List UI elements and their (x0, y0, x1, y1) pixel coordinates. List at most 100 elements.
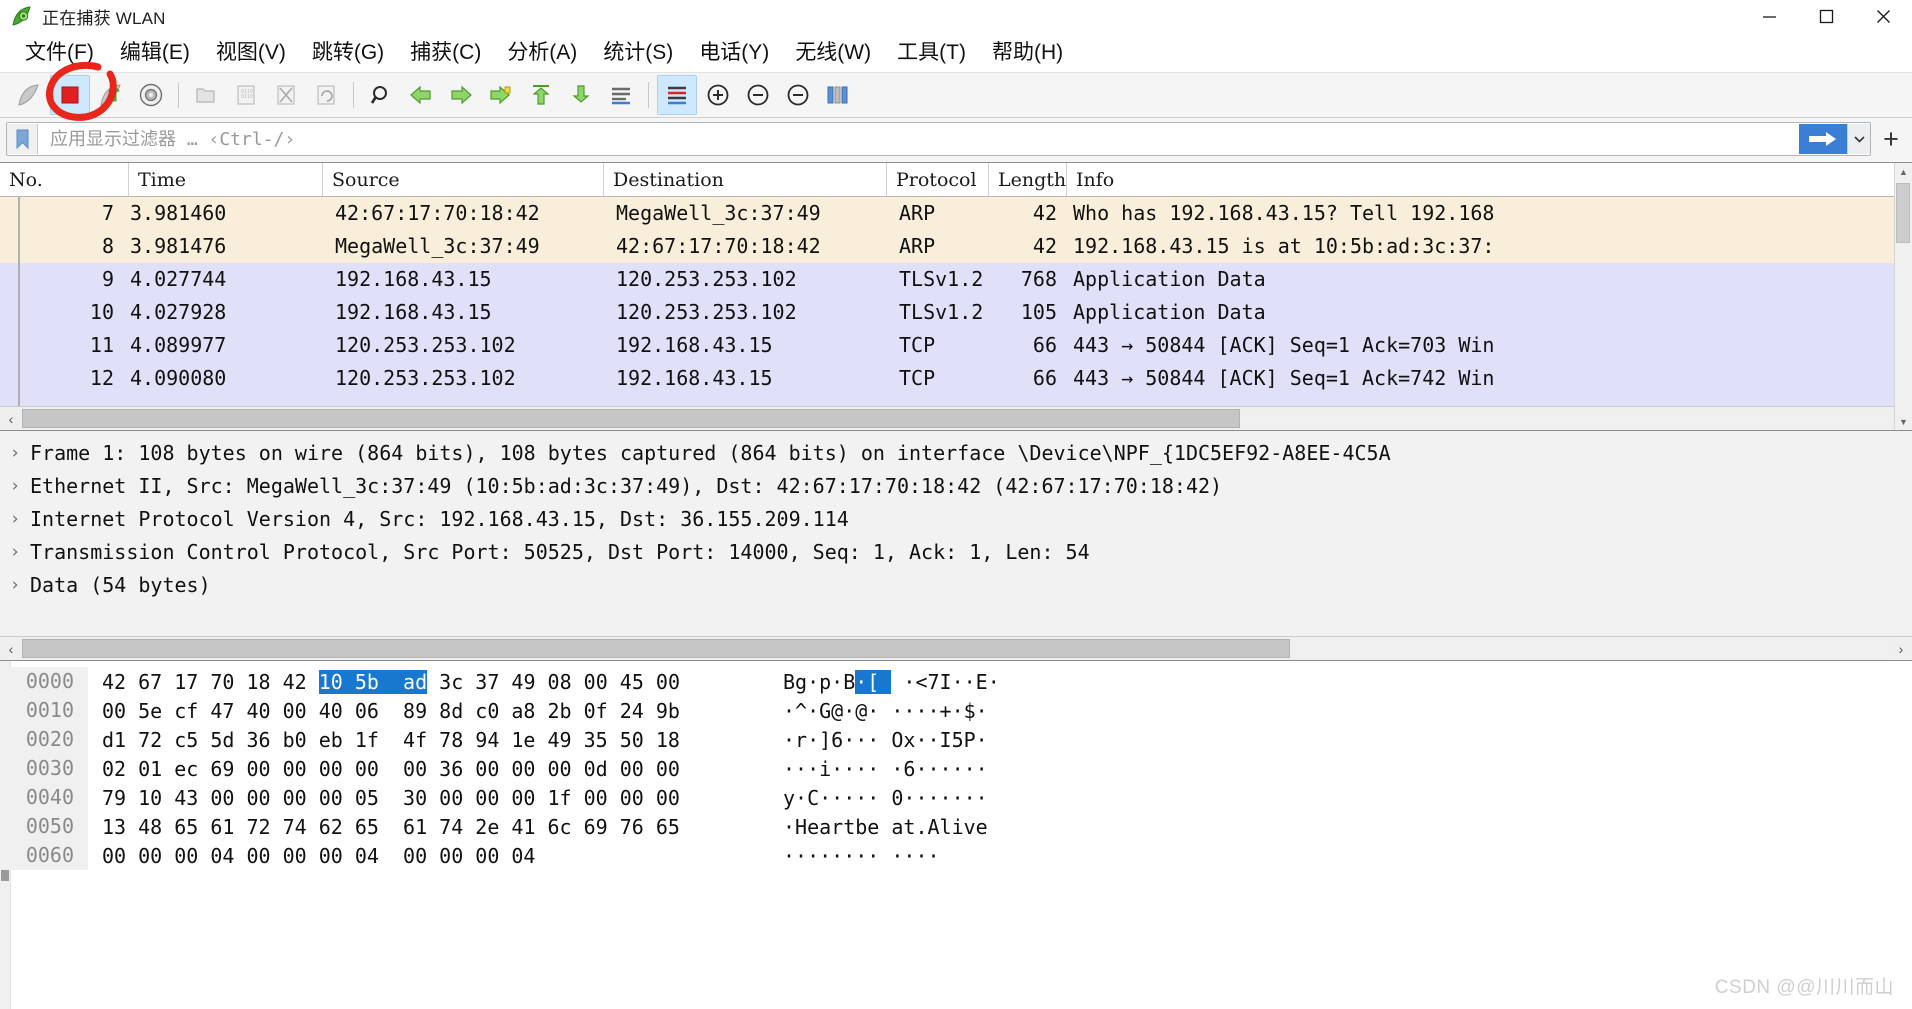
display-filter-input[interactable] (38, 123, 1799, 155)
table-row[interactable]: 7 3.981460 42:67:17:70:18:42 MegaWell_3c… (0, 197, 1912, 230)
start-capture-button[interactable] (10, 76, 48, 114)
apply-filter-button[interactable] (1799, 124, 1847, 154)
chevron-right-icon[interactable]: › (0, 443, 30, 463)
ascii-bytes: Bg·p·B·[ ·<7I··E· (783, 669, 1000, 694)
capture-options-button[interactable] (132, 76, 170, 114)
column-destination[interactable]: Destination (604, 163, 887, 196)
ascii-bytes: ·r·]6··· Ox··I5P· (783, 727, 988, 752)
packet-detail-tree: › Frame 1: 108 bytes on wire (864 bits),… (0, 431, 1912, 636)
packet-list-vertical-scrollbar[interactable]: ▲ ▼ (1894, 163, 1912, 430)
column-time[interactable]: Time (129, 163, 323, 196)
packet-detail-horizontal-scrollbar[interactable]: ‹ › (0, 636, 1912, 660)
menu-edit[interactable]: 编辑(E) (107, 34, 203, 72)
minimize-icon[interactable] (1741, 0, 1798, 33)
scroll-right-icon[interactable]: › (1890, 638, 1912, 660)
hex-offset: 0050 (0, 812, 88, 841)
go-forward-button[interactable] (442, 76, 480, 114)
chevron-down-icon[interactable] (1847, 124, 1870, 154)
menu-statistics[interactable]: 统计(S) (590, 34, 686, 72)
cell-length: 768 (1020, 267, 1057, 291)
restart-capture-button[interactable] (92, 76, 130, 114)
stop-capture-button[interactable] (50, 75, 90, 115)
svg-text:0110: 0110 (241, 94, 253, 100)
reload-button[interactable] (307, 76, 345, 114)
menu-file[interactable]: 文件(F) (12, 34, 107, 72)
column-length[interactable]: Length (989, 163, 1067, 196)
scrollbar-thumb[interactable] (22, 639, 1290, 658)
table-row[interactable]: 9 4.027744 192.168.43.15 120.253.253.102… (0, 263, 1912, 296)
table-row-partial[interactable] (0, 395, 1912, 406)
menu-go[interactable]: 跳转(G) (299, 34, 397, 72)
hex-row[interactable]: 0050 13 48 65 61 72 74 62 65 61 74 2e 41… (0, 812, 1912, 841)
go-to-first-button[interactable] (522, 76, 560, 114)
chevron-right-icon[interactable]: › (0, 575, 30, 595)
hex-row[interactable]: 0010 00 5e cf 47 40 00 40 06 89 8d c0 a8… (0, 696, 1912, 725)
hex-offset: 0040 (0, 783, 88, 812)
maximize-icon[interactable] (1798, 0, 1855, 33)
hex-row[interactable]: 0040 79 10 43 00 00 00 00 05 30 00 00 00… (0, 783, 1912, 812)
hex-row[interactable]: 0060 00 00 00 04 00 00 00 04 00 00 00 04… (0, 841, 1912, 870)
go-back-button[interactable] (402, 76, 440, 114)
detail-row-tcp[interactable]: › Transmission Control Protocol, Src Por… (0, 535, 1912, 568)
menu-analyze[interactable]: 分析(A) (494, 34, 590, 72)
column-info[interactable]: Info (1067, 163, 1912, 196)
menu-view[interactable]: 视图(V) (203, 34, 299, 72)
cell-destination: 42:67:17:70:18:42 (616, 234, 821, 258)
chevron-right-icon[interactable]: › (0, 509, 30, 529)
scroll-left-icon[interactable]: ‹ (0, 408, 22, 430)
hex-row[interactable]: 0000 42 67 17 70 18 42 10 5b ad 3c 37 49… (0, 667, 1912, 696)
open-file-button[interactable] (187, 76, 225, 114)
display-filter-box[interactable] (6, 122, 1871, 156)
cell-info: 443 → 50844 [ACK] Seq=1 Ack=742 Win (1073, 366, 1495, 390)
menu-tools[interactable]: 工具(T) (884, 34, 979, 72)
zoom-in-button[interactable] (699, 76, 737, 114)
close-file-button[interactable] (267, 76, 305, 114)
column-no[interactable]: No. (0, 163, 129, 196)
go-to-last-button[interactable] (562, 76, 600, 114)
menu-help[interactable]: 帮助(H) (979, 34, 1076, 72)
menu-telephony[interactable]: 电话(Y) (686, 34, 782, 72)
hex-selected: 10 5b ad (318, 669, 428, 694)
scrollbar-track[interactable] (22, 409, 1890, 428)
table-row[interactable]: 8 3.981476 MegaWell_3c:37:49 42:67:17:70… (0, 230, 1912, 263)
auto-scroll-button[interactable] (602, 76, 640, 114)
save-button[interactable]: 0110 0110 (227, 76, 265, 114)
table-row[interactable]: 12 4.090080 120.253.253.102 192.168.43.1… (0, 362, 1912, 395)
chevron-right-icon[interactable]: › (0, 542, 30, 562)
bookmark-icon[interactable] (7, 124, 38, 154)
cell-source: 42:67:17:70:18:42 (335, 201, 540, 225)
zoom-out-button[interactable] (739, 76, 777, 114)
resize-columns-button[interactable] (819, 76, 857, 114)
packet-list-horizontal-scrollbar[interactable]: ‹ › (0, 406, 1912, 430)
zoom-reset-button[interactable] (779, 76, 817, 114)
menu-wireless[interactable]: 无线(W) (782, 34, 884, 72)
scroll-up-icon[interactable]: ▲ (1895, 163, 1912, 180)
menu-capture[interactable]: 捕获(C) (397, 34, 494, 72)
detail-row-ipv4[interactable]: › Internet Protocol Version 4, Src: 192.… (0, 502, 1912, 535)
scrollbar-thumb[interactable] (22, 409, 1240, 428)
close-icon[interactable] (1855, 0, 1912, 33)
detail-row-ethernet[interactable]: › Ethernet II, Src: MegaWell_3c:37:49 (1… (0, 469, 1912, 502)
hex-row[interactable]: 0030 02 01 ec 69 00 00 00 00 00 36 00 00… (0, 754, 1912, 783)
cell-protocol: TLSv1.2 (899, 300, 984, 324)
hex-row[interactable]: 0020 d1 72 c5 5d 36 b0 eb 1f 4f 78 94 1e… (0, 725, 1912, 754)
window-controls (1741, 0, 1912, 33)
column-source[interactable]: Source (323, 163, 604, 196)
cell-time: 4.090080 (130, 366, 227, 390)
find-packet-button[interactable] (362, 76, 400, 114)
table-row[interactable]: 11 4.089977 120.253.253.102 192.168.43.1… (0, 329, 1912, 362)
colorize-packets-button[interactable] (657, 75, 697, 115)
packet-list-rows: 7 3.981460 42:67:17:70:18:42 MegaWell_3c… (0, 197, 1912, 406)
detail-row-frame[interactable]: › Frame 1: 108 bytes on wire (864 bits),… (0, 436, 1912, 469)
go-to-packet-button[interactable] (482, 76, 520, 114)
bytes-rows: 0000 42 67 17 70 18 42 10 5b ad 3c 37 49… (0, 661, 1912, 870)
plus-icon[interactable]: + (1876, 123, 1906, 155)
column-protocol[interactable]: Protocol (887, 163, 989, 196)
scroll-left-icon[interactable]: ‹ (0, 638, 22, 660)
scrollbar-thumb[interactable] (1896, 183, 1910, 243)
scroll-down-icon[interactable]: ▼ (1895, 413, 1912, 430)
table-row[interactable]: 10 4.027928 192.168.43.15 120.253.253.10… (0, 296, 1912, 329)
chevron-right-icon[interactable]: › (0, 476, 30, 496)
scrollbar-track[interactable] (22, 639, 1890, 658)
detail-row-data[interactable]: › Data (54 bytes) (0, 568, 1912, 601)
